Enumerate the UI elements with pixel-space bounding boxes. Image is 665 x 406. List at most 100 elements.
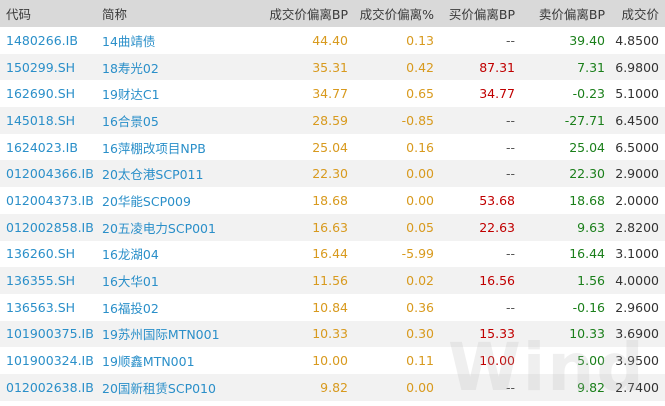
- cell-code: 145018.SH: [6, 112, 76, 128]
- cell-trade-dev-bp: 16.63: [312, 219, 348, 235]
- cell-code: 012002638.IB: [6, 379, 94, 395]
- cell-name: 20华能SCP009: [102, 193, 191, 209]
- cell-sell-dev-bp: 9.63: [577, 219, 605, 235]
- cell-sell-dev-bp: 9.82: [577, 379, 605, 395]
- cell-trade-dev-pct: 0.16: [406, 139, 434, 155]
- table-row[interactable]: 1480266.IB 14曲靖债 44.40 0.13 -- 39.40 4.8500: [0, 27, 665, 54]
- cell-trade-yield: 6.5000: [615, 139, 659, 155]
- cell-trade-yield: 3.9500: [615, 353, 659, 369]
- cell-trade-dev-pct: 0.05: [406, 219, 434, 235]
- cell-code: 012004373.IB: [6, 192, 94, 208]
- cell-trade-dev-bp: 9.82: [320, 379, 348, 395]
- header-buy-dev-bp[interactable]: 买价偏离BP: [438, 4, 519, 23]
- table-row[interactable]: 1624023.IB 16萍棚改项目NPB 25.04 0.16 -- 25.04 6.50…: [0, 133, 665, 161]
- cell-trade-dev-bp: 35.31: [312, 59, 348, 75]
- cell-sell-dev-bp: 25.04: [569, 139, 605, 155]
- cell-code: 1624023.IB: [6, 139, 78, 155]
- table-row[interactable]: 145018.SH 16合景05 28.59 -0.85 -- -27.71 6.4500: [0, 107, 665, 134]
- cell-code: 136355.SH: [6, 273, 76, 289]
- cell-trade-yield: 4.8500: [615, 32, 659, 48]
- cell-buy-dev-bp: --: [505, 139, 515, 155]
- cell-name: 16萍棚改项目NPB: [102, 140, 206, 156]
- cell-trade-dev-pct: 0.02: [406, 273, 434, 289]
- cell-trade-dev-bp: 25.04: [312, 139, 348, 155]
- cell-buy-dev-bp: 34.77: [479, 86, 515, 102]
- cell-buy-dev-bp: --: [505, 166, 515, 182]
- cell-trade-dev-pct: -0.85: [401, 112, 434, 128]
- table-row[interactable]: 012004373.IB 20华能SCP009 18.68 0.00 53.68 18.6…: [0, 187, 665, 214]
- cell-code: 162690.SH: [6, 86, 76, 102]
- cell-buy-dev-bp: 87.31: [479, 59, 515, 75]
- cell-trade-yield: 5.1000: [615, 86, 659, 102]
- cell-name: 19财达C1: [102, 87, 160, 103]
- table-header: 代码 简称 成交价偏离BP 成交价偏离% 买价偏离BP 卖价偏离BP 成交价: [0, 0, 665, 27]
- cell-trade-dev-pct: -5.99: [401, 246, 434, 262]
- table-row[interactable]: 012002858.IB 20五凌电力SCP001 16.63 0.05 22.63 9.…: [0, 213, 665, 241]
- cell-trade-dev-bp: 16.44: [312, 246, 348, 262]
- cell-sell-dev-bp: 10.33: [569, 326, 605, 342]
- table-body: 1480266.IB 14曲靖债 44.40 0.13 -- 39.40 4.8500 150…: [0, 27, 665, 401]
- cell-buy-dev-bp: 10.00: [479, 353, 515, 369]
- cell-buy-dev-bp: --: [505, 299, 515, 315]
- cell-sell-dev-bp: 22.30: [569, 166, 605, 182]
- cell-trade-yield: 2.0000: [615, 192, 659, 208]
- cell-trade-yield: 2.9600: [615, 299, 659, 315]
- cell-trade-dev-bp: 10.84: [312, 299, 348, 315]
- cell-trade-dev-bp: 18.68: [312, 192, 348, 208]
- table-row[interactable]: 162690.SH 19财达C1 34.77 0.65 34.77 -0.23 5.1000: [0, 80, 665, 108]
- cell-code: 1480266.IB: [6, 32, 78, 48]
- cell-trade-yield: 4.0000: [615, 273, 659, 289]
- table-row[interactable]: 150299.SH 18寿光02 35.31 0.42 87.31 7.31 6.9800: [0, 53, 665, 81]
- cell-trade-dev-pct: 0.00: [406, 192, 434, 208]
- cell-name: 19顺鑫MTN001: [102, 354, 195, 370]
- cell-trade-dev-bp: 10.00: [312, 353, 348, 369]
- cell-name: 14曲靖债: [102, 33, 156, 49]
- cell-name: 16合景05: [102, 113, 159, 129]
- cell-trade-dev-bp: 10.33: [312, 326, 348, 342]
- cell-trade-dev-pct: 0.11: [406, 353, 434, 369]
- cell-sell-dev-bp: 18.68: [569, 192, 605, 208]
- cell-name: 16福投02: [102, 300, 159, 316]
- cell-sell-dev-bp: 16.44: [569, 246, 605, 262]
- table-row[interactable]: 136563.SH 16福投02 10.84 0.36 -- -0.16 2.9600: [0, 293, 665, 321]
- cell-trade-dev-bp: 22.30: [312, 166, 348, 182]
- cell-sell-dev-bp: 7.31: [577, 59, 605, 75]
- table-row[interactable]: 012002638.IB 20国新租赁SCP010 9.82 0.00 -- 9.82 2.…: [0, 373, 665, 401]
- cell-code: 150299.SH: [6, 59, 76, 75]
- cell-code: 101900375.IB: [6, 326, 94, 342]
- cell-trade-yield: 2.8200: [615, 219, 659, 235]
- cell-code: 012002858.IB: [6, 219, 94, 235]
- cell-trade-yield: 2.7400: [615, 379, 659, 395]
- cell-trade-dev-pct: 0.42: [406, 59, 434, 75]
- cell-buy-dev-bp: --: [505, 379, 515, 395]
- cell-buy-dev-bp: 53.68: [479, 192, 515, 208]
- header-name[interactable]: 简称: [96, 4, 258, 23]
- header-trade-dev-pct[interactable]: 成交价偏离%: [352, 4, 438, 23]
- table-row[interactable]: 136355.SH 16大华01 11.56 0.02 16.56 1.56 4.0000: [0, 267, 665, 294]
- cell-buy-dev-bp: 16.56: [479, 273, 515, 289]
- cell-sell-dev-bp: -27.71: [564, 112, 605, 128]
- cell-trade-yield: 6.9800: [615, 59, 659, 75]
- cell-buy-dev-bp: --: [505, 112, 515, 128]
- cell-buy-dev-bp: --: [505, 246, 515, 262]
- cell-trade-yield: 3.6900: [615, 326, 659, 342]
- header-trade-yield[interactable]: 成交价: [609, 4, 665, 23]
- table-row[interactable]: 012004366.IB 20太仓港SCP011 22.30 0.00 -- 22.30 2…: [0, 160, 665, 188]
- cell-name: 20太仓港SCP011: [102, 167, 204, 183]
- header-code[interactable]: 代码: [0, 4, 96, 23]
- table-row[interactable]: 101900375.IB 19苏州国际MTN001 10.33 0.30 15.33 10…: [0, 320, 665, 348]
- cell-trade-dev-pct: 0.13: [406, 32, 434, 48]
- cell-trade-dev-bp: 28.59: [312, 112, 348, 128]
- cell-name: 18寿光02: [102, 60, 159, 76]
- cell-code: 012004366.IB: [6, 166, 94, 182]
- table-row[interactable]: 101900324.IB 19顺鑫MTN001 10.00 0.11 10.00 5.00…: [0, 347, 665, 374]
- cell-buy-dev-bp: 22.63: [479, 219, 515, 235]
- cell-trade-dev-pct: 0.30: [406, 326, 434, 342]
- cell-trade-yield: 6.4500: [615, 112, 659, 128]
- cell-trade-yield: 3.1000: [615, 246, 659, 262]
- cell-buy-dev-bp: 15.33: [479, 326, 515, 342]
- table-row[interactable]: 136260.SH 16龙湖04 16.44 -5.99 -- 16.44 3.1000: [0, 240, 665, 268]
- header-sell-dev-bp[interactable]: 卖价偏离BP: [519, 4, 609, 23]
- header-trade-dev-bp[interactable]: 成交价偏离BP: [258, 4, 352, 23]
- cell-sell-dev-bp: 5.00: [577, 353, 605, 369]
